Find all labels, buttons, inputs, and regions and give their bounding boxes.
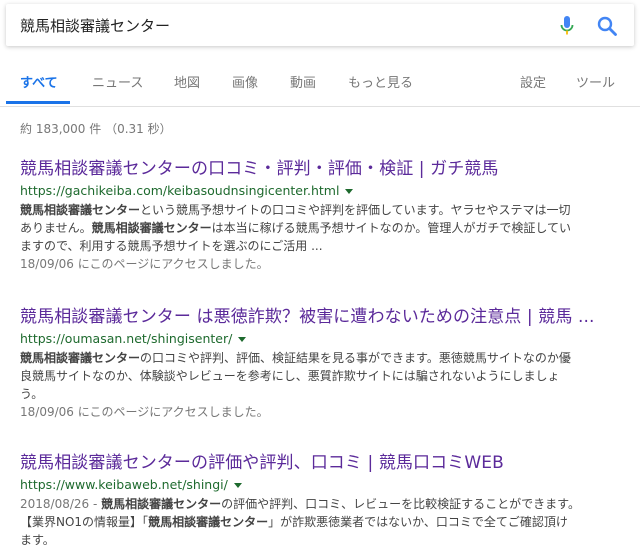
snippet-text: 」が詐欺悪徳業者ではないか、口コミで全てご確認頂け <box>268 515 568 529</box>
snippet-text: 良競馬サイトなのか、体験談やレビューを参考にし、悪質詐欺サイトには騙されないよう… <box>20 369 560 383</box>
result-stats: 約 183,000 件 （0.31 秒） <box>20 122 172 136</box>
snippet-highlight: 競馬相談審議センター <box>91 221 212 235</box>
snippet-date: 2018/08/26 - <box>20 497 102 511</box>
tab-tools[interactable]: ツール <box>576 72 615 91</box>
result-url: https://oumasan.net/shingisenter/ <box>20 330 620 348</box>
search-icon[interactable] <box>597 16 617 36</box>
snippet-line: 2018/08/26 - 競馬相談審議センターの評価や評判、口コミ、レビューを比… <box>20 495 620 513</box>
result-title-link[interactable]: 競馬相談審議センター は悪徳詐欺？被害に遭わないための注意点 | 競馬 ... <box>20 306 620 328</box>
snippet-line: 【業界NO1の情報量】「競馬相談審議センター」が詐欺悪徳業者ではないか、口コミで… <box>20 513 620 531</box>
result-visited-note: 18/09/06 にこのページにアクセスしました。 <box>20 257 269 271</box>
snippet-text: ます。 <box>20 533 55 547</box>
snippet-line: ありません。競馬相談審議センターは本当に稼げる競馬予想サイトなのか。管理人がガチ… <box>20 219 620 237</box>
search-result: 競馬相談審議センターの評価や評判、口コミ | 競馬口コミWEB https://… <box>20 452 620 549</box>
snippet-line: ますので、利用する競馬予想サイトを選ぶのにご活用 ... <box>20 237 620 255</box>
search-tabs: すべて ニュース 地図 画像 動画 もっと見る 設定 ツール <box>0 56 640 107</box>
active-tab-indicator <box>6 101 70 104</box>
snippet-line: う。 <box>20 385 620 403</box>
result-url: https://www.keibaweb.net/shingi/ <box>20 476 620 494</box>
tab-more[interactable]: もっと見る <box>348 72 413 91</box>
search-result: 競馬相談審議センター は悪徳詐欺？被害に遭わないための注意点 | 競馬 ... … <box>20 306 620 421</box>
snippet-text: う。 <box>20 387 44 401</box>
tab-maps[interactable]: 地図 <box>174 72 200 91</box>
snippet-highlight: 競馬相談審議センター <box>148 515 269 529</box>
result-snippet: 競馬相談審議センターの口コミや評判、評価、検証結果を見る事ができます。悪徳競馬サ… <box>20 349 620 403</box>
url-dropdown-icon[interactable] <box>233 483 242 488</box>
result-title-link[interactable]: 競馬相談審議センターの口コミ・評判・評価・検証 | ガチ競馬 <box>20 158 620 180</box>
snippet-line: 競馬相談審議センターの口コミや評判、評価、検証結果を見る事ができます。悪徳競馬サ… <box>20 349 620 367</box>
snippet-line: 競馬相談審議センターという競馬予想サイトの口コミや評判を評価しています。ヤラセや… <box>20 201 620 219</box>
search-input[interactable]: 競馬相談審議センター <box>20 15 170 36</box>
microphone-icon[interactable] <box>559 15 575 37</box>
snippet-text: ますので、利用する競馬予想サイトを選ぶのにご活用 ... <box>20 239 323 253</box>
snippet-highlight: 競馬相談審議センター <box>20 203 141 217</box>
snippet-line: ます。 <box>20 531 620 549</box>
tab-settings[interactable]: 設定 <box>520 72 546 91</box>
result-visited-note: 18/09/06 にこのページにアクセスしました。 <box>20 405 269 419</box>
snippet-highlight: 競馬相談審議センター <box>20 351 141 365</box>
url-dropdown-icon[interactable] <box>345 189 354 194</box>
result-snippet: 競馬相談審議センターという競馬予想サイトの口コミや評判を評価しています。ヤラセや… <box>20 201 620 255</box>
tab-videos[interactable]: 動画 <box>290 72 316 91</box>
tab-news[interactable]: ニュース <box>92 72 143 91</box>
search-box[interactable]: 競馬相談審議センター <box>6 4 634 46</box>
result-url: https://gachikeiba.com/keibasoudnsingice… <box>20 182 620 200</box>
search-result: 競馬相談審議センターの口コミ・評判・評価・検証 | ガチ競馬 https://g… <box>20 158 620 273</box>
snippet-text: の口コミや評判、評価、検証結果を見る事ができます。悪徳競馬サイトなのか優 <box>140 351 571 365</box>
result-title-link[interactable]: 競馬相談審議センターの評価や評判、口コミ | 競馬口コミWEB <box>20 452 620 474</box>
snippet-line: 良競馬サイトなのか、体験談やレビューを参考にし、悪質詐欺サイトには騙されないよう… <box>20 367 620 385</box>
snippet-text: ありません。 <box>20 221 92 235</box>
url-dropdown-icon[interactable] <box>238 337 247 342</box>
snippet-text: 【業界NO1の情報量】「 <box>20 515 149 529</box>
tab-all[interactable]: すべて <box>20 72 58 91</box>
tab-images[interactable]: 画像 <box>232 72 258 91</box>
result-snippet: 2018/08/26 - 競馬相談審議センターの評価や評判、口コミ、レビューを比… <box>20 495 620 549</box>
snippet-highlight: 競馬相談審議センター <box>101 497 222 511</box>
snippet-text: の評価や評判、口コミ、レビューを比較検証することができます。 <box>221 497 580 511</box>
snippet-text: は本当に稼げる競馬予想サイトなのか。管理人がガチで検証してい <box>211 221 572 235</box>
snippet-text: という競馬予想サイトの口コミや評判を評価しています。ヤラセやステマは一切 <box>140 203 571 217</box>
